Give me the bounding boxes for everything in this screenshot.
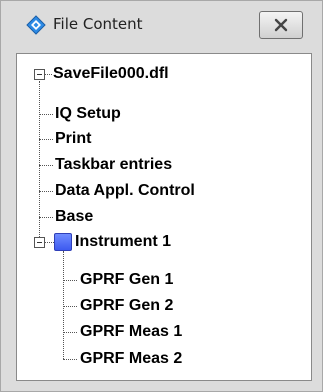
- tree-item-iq-setup[interactable]: IQ Setup: [55, 105, 121, 123]
- tree-item-gprf-gen-1[interactable]: GPRF Gen 1: [80, 271, 173, 289]
- instrument-block-icon: [54, 233, 72, 251]
- tree-item-gprf-meas-2[interactable]: GPRF Meas 2: [80, 350, 182, 368]
- tree-connector: [63, 359, 77, 360]
- file-content-dialog: File Content SaveFile000.dfl IQ Setup Pr…: [0, 0, 323, 392]
- tree-connector: [39, 165, 53, 166]
- tree-connector: [39, 191, 53, 192]
- close-x-icon: [274, 18, 288, 32]
- tree-connector: [39, 139, 53, 140]
- file-content-tree: SaveFile000.dfl IQ Setup Print Taskbar e…: [16, 53, 312, 381]
- tree-item-instrument-1[interactable]: Instrument 1: [75, 233, 171, 251]
- tree-item-gprf-gen-2[interactable]: GPRF Gen 2: [80, 297, 173, 315]
- rohde-schwarz-diamond-icon: [26, 15, 46, 35]
- root-collapse-toggle[interactable]: [34, 69, 45, 80]
- title-bar: File Content: [1, 1, 322, 51]
- tree-connector: [45, 242, 54, 243]
- tree-connector: [39, 114, 53, 115]
- tree-connector: [39, 81, 40, 247]
- tree-root-node[interactable]: SaveFile000.dfl: [53, 65, 169, 83]
- tree-connector: [39, 217, 53, 218]
- close-button[interactable]: [259, 11, 303, 39]
- tree-item-base[interactable]: Base: [55, 208, 93, 226]
- tree-connector: [63, 280, 77, 281]
- tree-item-gprf-meas-1[interactable]: GPRF Meas 1: [80, 323, 182, 341]
- tree-connector: [63, 306, 77, 307]
- tree-item-data-appl-control[interactable]: Data Appl. Control: [55, 182, 195, 200]
- tree-item-taskbar-entries[interactable]: Taskbar entries: [55, 156, 172, 174]
- tree-item-print[interactable]: Print: [55, 130, 91, 148]
- instrument-1-collapse-toggle[interactable]: [34, 237, 45, 248]
- tree-connector: [45, 74, 52, 75]
- dialog-title: File Content: [53, 15, 143, 33]
- tree-connector: [63, 332, 77, 333]
- tree-connector: [63, 251, 64, 359]
